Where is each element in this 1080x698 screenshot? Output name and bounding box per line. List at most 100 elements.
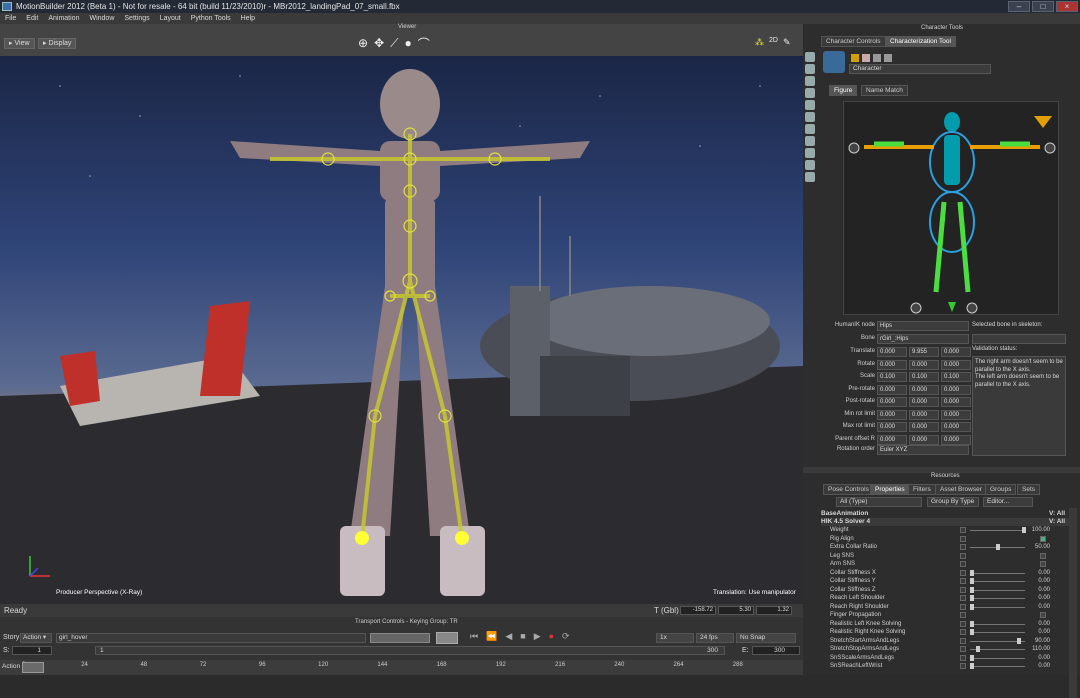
take-dropdown[interactable]: girl_hover <box>56 633 366 643</box>
slider-knob[interactable] <box>970 595 974 601</box>
section-base-animation[interactable]: BaseAnimation V: All <box>821 510 1069 518</box>
property-row[interactable]: Collar Stiffness Y 0.00 <box>830 577 1070 586</box>
pivot-icon[interactable]: ⁂ <box>755 37 764 48</box>
trs-value-field[interactable]: 0.000 <box>909 434 939 445</box>
property-value[interactable]: 110.00 <box>1020 645 1050 654</box>
action-dropdown[interactable]: Action ▾ <box>20 633 52 643</box>
animate-checkbox[interactable] <box>960 535 966 542</box>
play-mode-button[interactable] <box>436 632 458 644</box>
slider-knob[interactable] <box>996 544 1000 550</box>
property-value[interactable]: 0.00 <box>1020 603 1050 612</box>
property-row[interactable]: Collar Stiffness X 0.00 <box>830 569 1070 578</box>
tab-asset-browser[interactable]: Asset Browser <box>935 484 987 495</box>
key-icon[interactable] <box>862 54 870 62</box>
arc-tool-icon[interactable]: ⌒ <box>418 35 430 52</box>
speed-dropdown[interactable]: 1x <box>656 633 694 643</box>
tab-groups[interactable]: Groups <box>985 484 1017 495</box>
type-filter-dropdown[interactable]: All (Type) <box>836 497 922 507</box>
camera-icon[interactable] <box>805 100 815 110</box>
select-tool-icon[interactable]: ⊕ <box>358 36 368 50</box>
start-frame-field[interactable]: 1 <box>12 646 52 655</box>
range-bar[interactable]: 1 300 <box>95 646 725 655</box>
tab-character-controls[interactable]: Character Controls <box>821 36 886 47</box>
property-row[interactable]: Weight 100.00 <box>830 526 1070 535</box>
cube-icon[interactable] <box>805 112 815 122</box>
menu-animation[interactable]: Animation <box>48 13 79 24</box>
figure-icon[interactable] <box>873 54 881 62</box>
hand-icon[interactable] <box>884 54 892 62</box>
property-row[interactable]: SnSReachLeftWrist 0.00 <box>830 662 1070 671</box>
frame-icon[interactable] <box>805 172 815 182</box>
property-value[interactable]: 0.00 <box>1020 654 1050 663</box>
trs-value-field[interactable]: 0.000 <box>941 422 971 432</box>
animate-checkbox[interactable] <box>960 569 966 576</box>
property-checkbox[interactable] <box>1040 535 1046 542</box>
menu-python-tools[interactable]: Python Tools <box>191 13 231 24</box>
property-row[interactable]: Realistic Left Knee Solving 0.00 <box>830 620 1070 629</box>
view-button[interactable]: ▸ View <box>4 38 35 49</box>
property-slider[interactable] <box>970 632 1025 633</box>
animate-checkbox[interactable] <box>960 527 966 533</box>
bone-field[interactable]: rGirl_:Hips <box>877 334 969 344</box>
trs-value-field[interactable]: 0.000 <box>909 422 939 432</box>
trs-value-field[interactable]: 0.000 <box>941 409 971 420</box>
fps-dropdown[interactable]: 24 fps <box>696 633 734 643</box>
go-start-icon[interactable]: ⏮ <box>470 631 478 642</box>
maximize-button[interactable]: □ <box>1032 1 1054 12</box>
group-by-dropdown[interactable]: Group By Type <box>927 497 979 507</box>
rotate-icon[interactable] <box>805 76 815 86</box>
tab-filters[interactable]: Filters <box>908 484 936 495</box>
sphere-icon[interactable] <box>805 148 815 158</box>
property-slider[interactable] <box>970 598 1025 599</box>
property-row[interactable]: SnSScaleArmsAndLegs 0.00 <box>830 654 1070 663</box>
timeline-ruler[interactable]: Action 024487296120144168192216240264288 <box>0 660 803 675</box>
property-row[interactable]: Extra Collar Ratio 50.00 <box>830 543 1070 552</box>
trs-value-field[interactable]: 0.000 <box>909 384 939 395</box>
rotate-line-icon[interactable]: ⟋ <box>390 36 398 51</box>
character-dropdown[interactable]: Character <box>849 64 991 74</box>
coord-x-field[interactable]: -158.72 <box>680 606 716 615</box>
slider-knob[interactable] <box>970 578 974 584</box>
animate-checkbox[interactable] <box>960 620 966 627</box>
trs-value-field[interactable]: 0.000 <box>941 434 971 445</box>
trs-value-field[interactable]: 0.100 <box>877 372 907 382</box>
properties-scrollbar[interactable] <box>1069 508 1077 698</box>
editor-button[interactable]: Editor... <box>983 497 1033 507</box>
property-checkbox[interactable] <box>1040 561 1046 567</box>
menu-layout[interactable]: Layout <box>160 13 181 24</box>
property-value[interactable]: 0.00 <box>1020 594 1050 603</box>
story-label[interactable]: Story <box>3 634 19 641</box>
property-value[interactable]: 0.00 <box>1020 569 1050 578</box>
property-checkbox[interactable] <box>1040 552 1046 559</box>
figure-view[interactable] <box>843 101 1059 315</box>
property-row[interactable]: Reach Left Shoulder 0.00 <box>830 594 1070 603</box>
menu-settings[interactable]: Settings <box>124 13 149 24</box>
slider-knob[interactable] <box>970 620 974 627</box>
animate-checkbox[interactable] <box>960 552 966 559</box>
property-slider[interactable] <box>970 530 1025 531</box>
lcl-icon[interactable] <box>805 52 815 62</box>
trs-value-field[interactable]: 0.000 <box>877 434 907 445</box>
trs-value-field[interactable]: 0.000 <box>941 347 971 357</box>
property-row[interactable]: Finger Propagation <box>830 611 1070 620</box>
minimize-button[interactable]: – <box>1008 1 1030 12</box>
property-row[interactable]: Collar Stiffness Z 0.00 <box>830 586 1070 595</box>
light-icon[interactable] <box>805 160 815 170</box>
trs-value-field[interactable]: 0.000 <box>909 397 939 407</box>
property-value[interactable]: 0.00 <box>1020 628 1050 637</box>
stop-icon[interactable]: ■ <box>520 631 525 642</box>
translate-icon[interactable] <box>805 64 815 74</box>
trs-value-field[interactable]: 0.000 <box>941 359 971 370</box>
slider-knob[interactable] <box>975 646 980 652</box>
property-value[interactable]: 100.00 <box>1020 526 1050 535</box>
animate-checkbox[interactable] <box>960 544 966 550</box>
animate-checkbox[interactable] <box>960 561 966 567</box>
tab-characterization-tool[interactable]: Characterization Tool <box>885 36 956 47</box>
property-row[interactable]: StretchStartArmsAndLegs 90.00 <box>830 637 1070 646</box>
menu-edit[interactable]: Edit <box>26 13 38 24</box>
close-button[interactable]: × <box>1056 1 1078 12</box>
play-icon[interactable]: ▶ <box>534 631 541 642</box>
animate-checkbox[interactable] <box>960 595 966 601</box>
rotation-order-dropdown[interactable]: Euler XYZ <box>877 445 969 455</box>
paint-icon[interactable] <box>805 136 815 146</box>
